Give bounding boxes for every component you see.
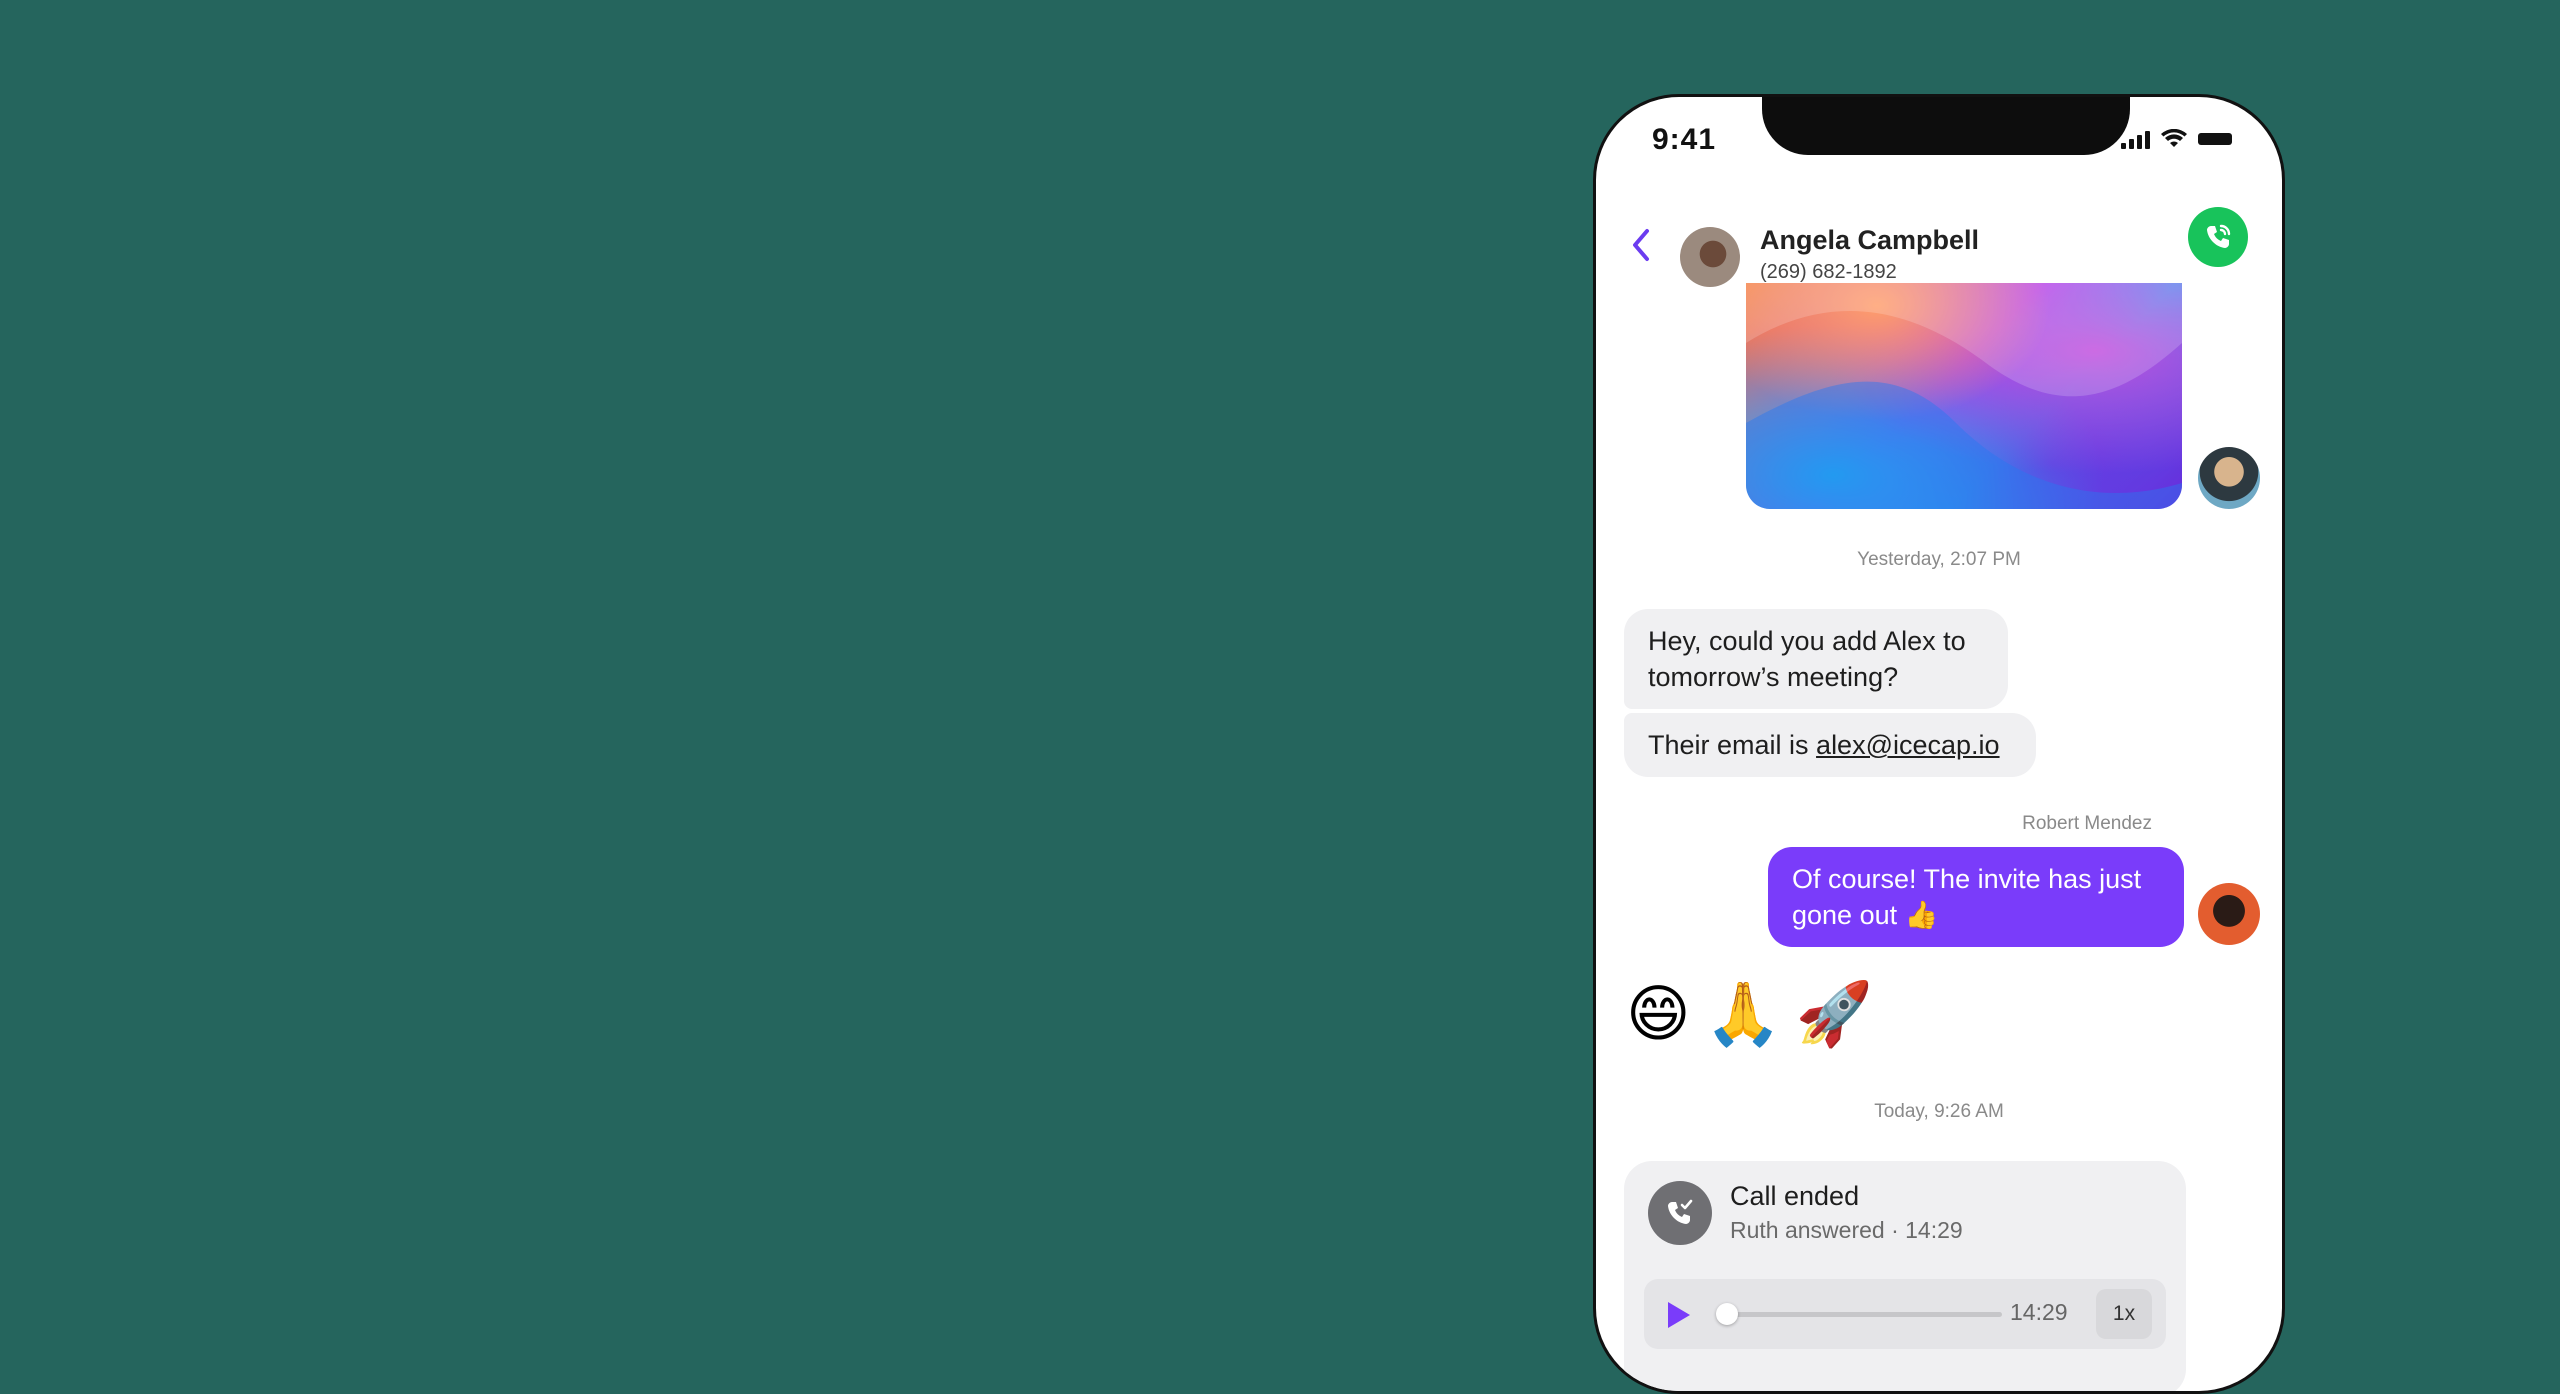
sender-name: Robert Mendez	[2022, 813, 2152, 834]
audio-progress-thumb[interactable]	[1716, 1303, 1738, 1325]
contact-name[interactable]: Angela Campbell	[1760, 225, 1979, 256]
incoming-message[interactable]: Hey, could you add Alex to tomorrow’s me…	[1624, 609, 2008, 709]
sender-avatar[interactable]	[2198, 447, 2260, 509]
message-timestamp: Yesterday, 2:07 PM	[1857, 549, 2021, 570]
message-text: Their email is	[1648, 730, 1817, 760]
contact-avatar[interactable]	[1680, 227, 1740, 287]
signal-icon	[2121, 129, 2150, 149]
call-subtitle: Ruth answered · 14:29	[1730, 1217, 1963, 1243]
image-wave-art	[1746, 283, 2182, 509]
wifi-icon	[2161, 129, 2187, 147]
outgoing-message[interactable]: Of course! The invite has just gone out …	[1768, 847, 2184, 947]
robert-avatar[interactable]	[2198, 883, 2260, 945]
contact-phone: (269) 682-1892	[1760, 261, 1897, 283]
audio-duration: 14:29	[2010, 1299, 2068, 1325]
audio-player: 14:29 1x	[1644, 1279, 2166, 1349]
phone-frame: 9:41 Angela Campbell (269) 682-1892 Yest…	[1593, 94, 2285, 1394]
battery-icon	[2198, 133, 2232, 145]
image-attachment[interactable]	[1746, 283, 2182, 509]
chat-header: Angela Campbell (269) 682-1892	[1596, 207, 2282, 287]
status-time: 9:41	[1652, 123, 1717, 156]
back-button[interactable]	[1626, 227, 1656, 263]
call-ended-card[interactable]: Call ended Ruth answered · 14:29 14:29 1…	[1624, 1161, 2186, 1391]
status-icons	[2121, 129, 2232, 149]
email-link[interactable]: alex@icecap.io	[1816, 730, 2000, 760]
emoji-message[interactable]: 😄🙏🚀	[1626, 977, 1887, 1051]
chevron-left-icon	[1633, 229, 1649, 261]
play-icon	[1668, 1302, 1690, 1328]
call-title: Call ended	[1730, 1181, 1860, 1211]
phone-notch	[1762, 97, 2130, 155]
play-button[interactable]	[1660, 1298, 1694, 1332]
call-button[interactable]	[2188, 207, 2248, 267]
audio-progress-track[interactable]	[1722, 1312, 2002, 1317]
call-ended-icon	[1648, 1181, 1712, 1245]
message-timestamp: Today, 9:26 AM	[1874, 1101, 2004, 1122]
phone-icon	[2207, 224, 2231, 248]
playback-speed-button[interactable]: 1x	[2096, 1289, 2152, 1339]
incoming-message[interactable]: Their email is alex@icecap.io	[1624, 713, 2036, 777]
